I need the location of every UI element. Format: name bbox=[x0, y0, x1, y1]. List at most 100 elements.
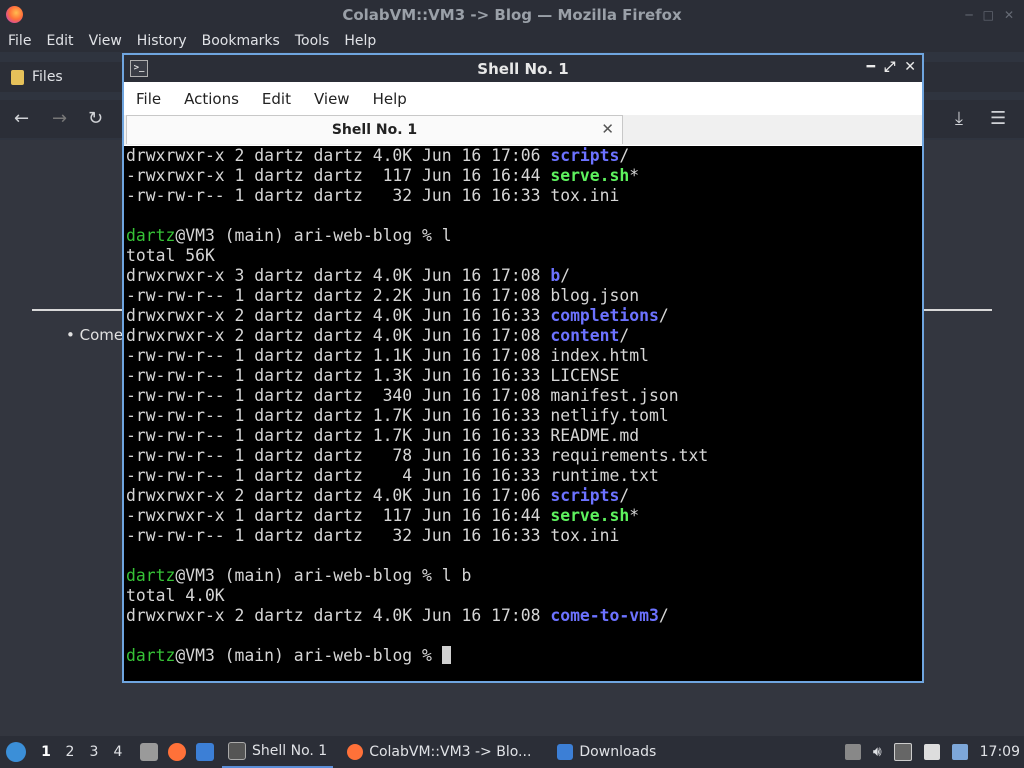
firefox-titlebar[interactable]: ColabVM::VM3 -> Blog — Mozilla Firefox ─… bbox=[0, 0, 1024, 30]
menu-file[interactable]: File bbox=[0, 33, 38, 49]
page-list-item-text[interactable]: Come bbox=[80, 326, 124, 344]
menu-history[interactable]: History bbox=[129, 33, 194, 49]
terminal-text: drwxrwxr-x 2 dartz dartz 4.0K Jun 16 17:… bbox=[126, 326, 551, 345]
terminal-text: / bbox=[619, 486, 630, 505]
clipboard-icon[interactable] bbox=[923, 744, 940, 760]
task-downloads[interactable]: Downloads bbox=[551, 736, 662, 768]
app-menu-icon[interactable] bbox=[6, 742, 26, 762]
terminal-text: -rw-rw-r-- 1 dartz dartz 1.3K Jun 16 16:… bbox=[126, 366, 620, 385]
terminal-window-title: Shell No. 1 bbox=[477, 59, 569, 78]
minimize-icon[interactable]: ━ bbox=[867, 59, 875, 75]
terminal-text: completions bbox=[550, 306, 659, 325]
page-list-item[interactable]: • Come bbox=[66, 326, 123, 344]
terminal-text: drwxrwxr-x 2 dartz dartz 4.0K Jun 16 17:… bbox=[126, 606, 551, 625]
file-manager-icon[interactable] bbox=[140, 743, 158, 761]
terminal-text: @VM3 (main) ari-web-blog % l bbox=[175, 226, 452, 245]
close-icon[interactable]: ✕ bbox=[904, 59, 916, 75]
terminal-text: drwxrwxr-x 2 dartz dartz 4.0K Jun 16 16:… bbox=[126, 306, 551, 325]
terminal-line: drwxrwxr-x 2 dartz dartz 4.0K Jun 16 17:… bbox=[126, 326, 922, 346]
task-terminal[interactable]: Shell No. 1 bbox=[222, 736, 334, 768]
terminal-text: dartz bbox=[126, 646, 176, 665]
reload-icon[interactable]: ↻ bbox=[88, 108, 103, 129]
menu-help[interactable]: Help bbox=[361, 90, 418, 108]
menu-edit[interactable]: Edit bbox=[38, 33, 80, 49]
menu-file[interactable]: File bbox=[124, 90, 172, 108]
terminal-text: drwxrwxr-x 2 dartz dartz 4.0K Jun 16 17:… bbox=[126, 146, 551, 165]
updates-icon[interactable] bbox=[844, 744, 861, 760]
firefox-menubar: File Edit View History Bookmarks Tools H… bbox=[0, 30, 1024, 52]
tab-shell-1[interactable]: Shell No. 1 ✕ bbox=[126, 115, 623, 144]
workspace-4[interactable]: 4 bbox=[106, 744, 130, 760]
menu-view[interactable]: View bbox=[81, 33, 129, 49]
tab-label: Shell No. 1 bbox=[331, 122, 418, 138]
terminal-text: @VM3 (main) ari-web-blog % l b bbox=[175, 566, 472, 585]
terminal-line: dartz@VM3 (main) ari-web-blog % l bbox=[126, 226, 922, 246]
minimize-icon[interactable]: ─ bbox=[965, 8, 972, 22]
terminal-output[interactable]: drwxrwxr-x 2 dartz dartz 4.0K Jun 16 17:… bbox=[124, 146, 922, 681]
terminal-line: -rw-rw-r-- 1 dartz dartz 2.2K Jun 16 17:… bbox=[126, 286, 922, 306]
terminal-menubar: File Actions Edit View Help bbox=[124, 82, 922, 115]
terminal-line: drwxrwxr-x 2 dartz dartz 4.0K Jun 16 17:… bbox=[126, 146, 922, 166]
terminal-text: dartz bbox=[126, 566, 176, 585]
terminal-text: drwxrwxr-x 3 dartz dartz 4.0K Jun 16 17:… bbox=[126, 266, 551, 285]
terminal-icon bbox=[228, 742, 246, 760]
network-icon[interactable] bbox=[951, 744, 968, 760]
terminal-line: -rwxrwxr-x 1 dartz dartz 117 Jun 16 16:4… bbox=[126, 166, 922, 186]
terminal-text: @VM3 (main) ari-web-blog % bbox=[175, 646, 442, 665]
firefox-window-title: ColabVM::VM3 -> Blog — Mozilla Firefox bbox=[342, 6, 682, 24]
terminal-window-controls: ━ ⤢ ✕ bbox=[867, 59, 916, 75]
workspace-3[interactable]: 3 bbox=[82, 744, 106, 760]
terminal-text: / bbox=[619, 146, 630, 165]
terminal-text: / bbox=[560, 266, 571, 285]
terminal-cursor bbox=[441, 646, 451, 664]
terminal-line: dartz@VM3 (main) ari-web-blog % bbox=[126, 646, 922, 666]
terminal-text: dartz bbox=[126, 226, 176, 245]
terminal-text: scripts bbox=[550, 146, 620, 165]
firefox-window-controls: ─ □ ✕ bbox=[965, 8, 1014, 22]
maximize-icon[interactable]: ⤢ bbox=[884, 59, 895, 75]
desktop-icon[interactable] bbox=[196, 743, 214, 761]
menu-tools[interactable]: Tools bbox=[287, 33, 337, 49]
display-icon[interactable] bbox=[893, 743, 912, 761]
clock[interactable]: 17:09 bbox=[980, 744, 1020, 760]
terminal-line: -rw-rw-r-- 1 dartz dartz 1.1K Jun 16 17:… bbox=[126, 346, 922, 366]
task-label: Downloads bbox=[579, 744, 657, 760]
terminal-line: -rw-rw-r-- 1 dartz dartz 32 Jun 16 16:33… bbox=[126, 526, 922, 546]
firefox-icon bbox=[6, 6, 23, 23]
menu-bookmarks[interactable]: Bookmarks bbox=[194, 33, 287, 49]
volume-icon[interactable]: 🔊︎ bbox=[873, 744, 882, 760]
terminal-text: -rw-rw-r-- 1 dartz dartz 1.7K Jun 16 16:… bbox=[126, 406, 669, 425]
terminal-text: / bbox=[619, 326, 630, 345]
task-firefox[interactable]: ColabVM::VM3 -> Blo... bbox=[341, 736, 537, 768]
hamburger-menu-icon[interactable]: ☰ bbox=[990, 108, 1006, 129]
terminal-text: / bbox=[658, 306, 669, 325]
terminal-line: -rw-rw-r-- 1 dartz dartz 4 Jun 16 16:33 … bbox=[126, 466, 922, 486]
terminal-titlebar[interactable]: >_ Shell No. 1 ━ ⤢ ✕ bbox=[124, 55, 922, 82]
menu-view[interactable]: View bbox=[302, 90, 361, 108]
maximize-icon[interactable]: □ bbox=[983, 8, 994, 22]
back-icon[interactable]: ← bbox=[14, 108, 29, 129]
close-tab-icon[interactable]: ✕ bbox=[601, 120, 614, 138]
menu-actions[interactable]: Actions bbox=[172, 90, 250, 108]
download-icon[interactable]: ⤓ bbox=[955, 108, 963, 129]
close-icon[interactable]: ✕ bbox=[1004, 8, 1014, 22]
menu-help[interactable]: Help bbox=[336, 33, 383, 49]
workspace-1[interactable]: 1 bbox=[34, 744, 58, 760]
forward-icon[interactable]: → bbox=[52, 108, 67, 129]
bookmark-files[interactable]: Files bbox=[32, 69, 63, 85]
workspace-2[interactable]: 2 bbox=[58, 744, 82, 760]
taskbar: 1 2 3 4 Shell No. 1 ColabVM::VM3 -> Blo.… bbox=[0, 736, 1024, 768]
firefox-icon[interactable] bbox=[168, 743, 186, 761]
terminal-line: -rw-rw-r-- 1 dartz dartz 340 Jun 16 17:0… bbox=[126, 386, 922, 406]
terminal-line: -rwxrwxr-x 1 dartz dartz 117 Jun 16 16:4… bbox=[126, 506, 922, 526]
terminal-text: -rwxrwxr-x 1 dartz dartz 117 Jun 16 16:4… bbox=[126, 166, 551, 185]
terminal-text: -rw-rw-r-- 1 dartz dartz 1.1K Jun 16 17:… bbox=[126, 346, 650, 365]
terminal-line: dartz@VM3 (main) ari-web-blog % l b bbox=[126, 566, 922, 586]
terminal-line: -rw-rw-r-- 1 dartz dartz 1.3K Jun 16 16:… bbox=[126, 366, 922, 386]
terminal-text: -rw-rw-r-- 1 dartz dartz 4 Jun 16 16:33 … bbox=[126, 466, 659, 485]
menu-edit[interactable]: Edit bbox=[250, 90, 302, 108]
system-tray: 🔊︎ 17:09 bbox=[844, 743, 1024, 761]
firefox-icon bbox=[347, 744, 364, 760]
terminal-line: drwxrwxr-x 2 dartz dartz 4.0K Jun 16 17:… bbox=[126, 486, 922, 506]
